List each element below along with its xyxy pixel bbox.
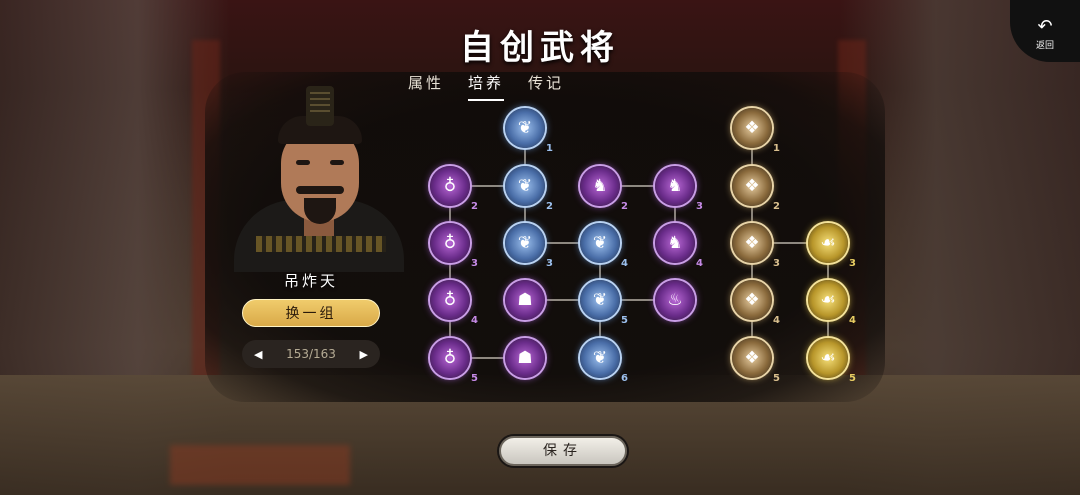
node-level: 3: [546, 258, 553, 269]
node-level: 3: [471, 258, 478, 269]
skill-node-m1[interactable]: ♞ 2: [580, 166, 628, 212]
node-level: 1: [773, 143, 780, 154]
skill-node-p5[interactable]: ☗: [505, 280, 545, 320]
skill-node-y3[interactable]: ☙ 5: [808, 338, 856, 384]
skill-node-b6[interactable]: ❦ 6: [580, 338, 628, 384]
node-level: 6: [621, 373, 628, 384]
hero-eye-left: [296, 160, 310, 165]
node-level: 4: [621, 258, 628, 269]
node-level: 5: [471, 373, 478, 384]
bag-icon: ♁: [443, 176, 457, 196]
node-level: 3: [696, 201, 703, 212]
node-level: 4: [773, 315, 780, 326]
skill-node-p4[interactable]: ♁ 5: [430, 338, 478, 384]
hero-crown: [306, 86, 334, 126]
skill-node-p1[interactable]: ♁ 2: [430, 166, 478, 212]
tab-biography[interactable]: 传记: [528, 72, 564, 101]
skill-node-p6[interactable]: ☗: [505, 338, 545, 378]
bag-icon: ♁: [443, 290, 457, 310]
skill-node-y1[interactable]: ☙ 3: [808, 223, 856, 269]
skill-node-g4[interactable]: ❖ 4: [732, 280, 780, 326]
page-title: 自创武将: [460, 28, 620, 68]
return-arrow-icon: ↶: [1037, 16, 1053, 37]
node-level: 3: [773, 258, 780, 269]
hands-icon: ☙: [820, 290, 836, 310]
bag-icon: ♁: [443, 348, 457, 368]
skill-node-b5[interactable]: ❦ 5: [580, 280, 628, 326]
skill-node-b4[interactable]: ❦ 4: [580, 223, 628, 269]
node-level: 2: [471, 201, 478, 212]
back-label: 返回: [1035, 41, 1054, 51]
node-level: 1: [546, 143, 553, 154]
node-level: 5: [773, 373, 780, 384]
rug: [170, 445, 350, 485]
scroll-icon: ❖: [744, 176, 760, 196]
hands-icon: ☙: [820, 233, 836, 253]
skill-node-g5[interactable]: ❖ 5: [732, 338, 780, 384]
hero-armor-trim: [256, 236, 386, 252]
skill-node-g3[interactable]: ❖ 3: [732, 223, 780, 269]
node-level: 2: [621, 201, 628, 212]
skill-node-g2[interactable]: ❖ 2: [732, 166, 780, 212]
feather-icon: ❦: [592, 290, 608, 310]
skill-node-b3[interactable]: ❦ 3: [505, 223, 553, 269]
feather-icon: ❦: [592, 348, 608, 368]
hands-icon: ☙: [820, 348, 836, 368]
scroll-icon: ❖: [744, 290, 760, 310]
skill-node-p3[interactable]: ♁ 4: [430, 280, 478, 326]
bag-icon: ♁: [443, 233, 457, 253]
figure-icon: ♞: [667, 176, 683, 196]
scroll-icon: ❖: [744, 118, 760, 138]
skill-node-b2[interactable]: ❦ 2: [505, 166, 553, 212]
tab-bar: 属性 培养 传记: [408, 72, 564, 101]
hero-portrait: [226, 86, 406, 272]
skill-node-m4[interactable]: ♨: [655, 280, 695, 320]
scroll-icon: ❖: [744, 348, 760, 368]
node-level: 3: [849, 258, 856, 269]
figure-icon: ♞: [667, 233, 683, 253]
triangle-left-icon[interactable]: ◀: [254, 348, 262, 361]
node-level: 5: [849, 373, 856, 384]
hero-eye-right: [330, 160, 344, 165]
pager: ◀ 153/163 ▶: [242, 340, 380, 368]
skill-node-g1[interactable]: ❖ 1: [732, 108, 780, 154]
helmet-icon: ☗: [517, 290, 533, 310]
feather-icon: ❦: [517, 118, 533, 138]
skill-node-m2[interactable]: ♞ 3: [655, 166, 703, 212]
swap-button[interactable]: 换一组: [242, 299, 380, 327]
node-level: 4: [696, 258, 703, 269]
node-level: 5: [621, 315, 628, 326]
node-level: 4: [471, 315, 478, 326]
hero-name: 吊炸天: [283, 272, 338, 290]
tab-attributes[interactable]: 属性: [408, 72, 444, 101]
feather-icon: ❦: [517, 233, 533, 253]
skill-node-y2[interactable]: ☙ 4: [808, 280, 856, 326]
skill-node-b1[interactable]: ❦ 1: [505, 108, 553, 154]
flame-icon: ♨: [667, 290, 683, 310]
node-level: 2: [773, 201, 780, 212]
node-level: 4: [849, 315, 856, 326]
feather-icon: ❦: [592, 233, 608, 253]
skill-node-p2[interactable]: ♁ 3: [430, 223, 478, 269]
scroll-icon: ❖: [744, 233, 760, 253]
hero-mustache: [296, 186, 344, 194]
figure-icon: ♞: [592, 176, 608, 196]
skill-node-m3[interactable]: ♞ 4: [655, 223, 703, 269]
save-button[interactable]: 保存: [499, 436, 627, 466]
helmet-icon: ☗: [517, 348, 533, 368]
triangle-right-icon[interactable]: ▶: [360, 348, 368, 361]
feather-icon: ❦: [517, 176, 533, 196]
tab-training[interactable]: 培养: [468, 72, 505, 101]
pager-count: 153/163: [286, 347, 336, 361]
node-level: 2: [546, 201, 553, 212]
